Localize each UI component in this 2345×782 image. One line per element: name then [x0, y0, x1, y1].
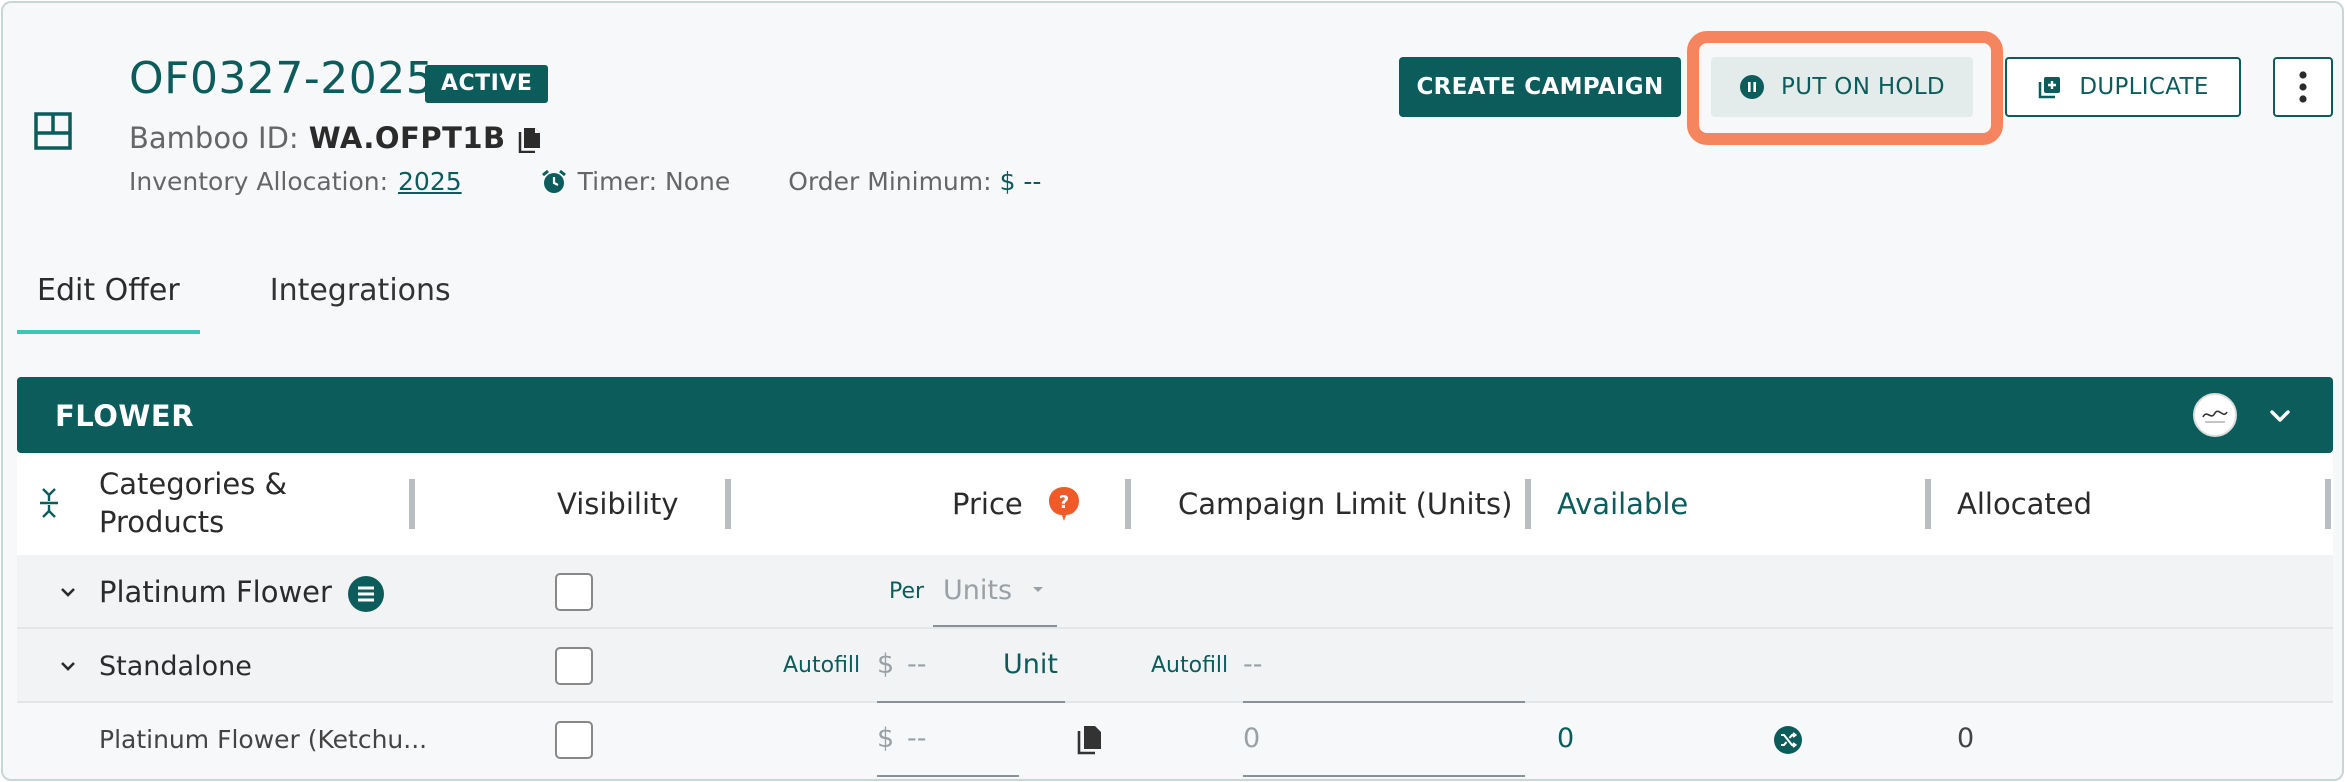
tab-edit-offer[interactable]: Edit Offer — [17, 273, 200, 334]
column-divider[interactable] — [1525, 479, 1531, 529]
order-minimum-label: Order Minimum: — [788, 167, 992, 196]
dropdown-arrow-icon[interactable] — [1031, 585, 1045, 595]
price-currency: $ — [877, 649, 895, 680]
duplicate-icon — [2039, 77, 2061, 99]
table-header: Categories & Products Visibility Price ?… — [17, 453, 2333, 555]
header-allocated: Allocated — [1957, 487, 2093, 521]
unit-label: Unit — [1003, 649, 1058, 680]
order-minimum-value: $ -- — [999, 167, 1042, 196]
visibility-checkbox[interactable] — [555, 573, 593, 611]
column-divider[interactable] — [1925, 479, 1931, 529]
alarm-clock-icon — [541, 169, 566, 193]
section-title: FLOWER — [55, 399, 195, 433]
price-input-underline — [877, 775, 1019, 777]
timer-text: Timer: None — [577, 167, 731, 196]
duplicate-label: DUPLICATE — [2079, 74, 2209, 100]
offer-title: OF0327-2025 — [129, 53, 435, 104]
section-header-flower[interactable]: FLOWER — [17, 377, 2333, 453]
logo-icon — [2202, 410, 2228, 423]
header-price: Price — [952, 487, 1023, 521]
header-categories: Categories & — [99, 467, 288, 501]
autofill-price-button[interactable]: Autofill — [783, 653, 860, 678]
timer: Timer: None — [540, 167, 731, 196]
layout-grid-icon — [34, 112, 72, 150]
column-divider[interactable] — [409, 479, 415, 529]
unit-select-value[interactable]: Units — [943, 575, 1012, 606]
price-input[interactable]: -- — [907, 723, 927, 754]
category-name: Platinum Flower — [99, 575, 332, 609]
column-divider[interactable] — [725, 479, 731, 529]
allocated-value: 0 — [1957, 723, 1975, 754]
campaign-limit-input[interactable]: -- — [1243, 649, 1263, 680]
svg-text:?: ? — [1059, 492, 1069, 513]
help-icon[interactable]: ? — [1047, 485, 1081, 523]
table-row: Platinum Flower Per Units — [17, 555, 2333, 629]
shuffle-icon[interactable] — [1773, 725, 1803, 755]
tab-integrations[interactable]: Integrations — [250, 273, 471, 334]
tab-bar: Edit Offer Integrations — [17, 273, 471, 334]
more-options-button[interactable] — [2273, 57, 2333, 117]
table-row: Platinum Flower (Ketchu... $ -- 0 0 0 — [17, 703, 2333, 779]
list-icon[interactable] — [347, 575, 385, 613]
brand-logo-avatar — [2193, 393, 2237, 437]
unit-select-underline — [933, 625, 1057, 627]
bamboo-id-label: Bamboo ID: — [129, 121, 299, 155]
status-badge: ACTIVE — [425, 65, 549, 103]
price-input[interactable]: -- — [907, 649, 927, 680]
chevron-down-icon[interactable] — [57, 655, 79, 677]
available-value: 0 — [1557, 723, 1575, 754]
collapse-all-icon[interactable] — [37, 487, 61, 519]
order-minimum: Order Minimum: $ -- — [788, 167, 1041, 196]
put-on-hold-label: PUT ON HOLD — [1781, 74, 1945, 100]
column-divider[interactable] — [2325, 479, 2331, 529]
copy-icon[interactable] — [1075, 723, 1105, 755]
column-divider[interactable] — [1125, 479, 1131, 529]
copy-icon[interactable] — [516, 123, 546, 153]
campaign-limit-underline — [1243, 775, 1525, 777]
header-campaign-limit: Campaign Limit (Units) — [1178, 487, 1513, 521]
header-visibility: Visibility — [557, 487, 679, 521]
per-label: Per — [889, 579, 925, 604]
visibility-checkbox[interactable] — [555, 647, 593, 685]
product-name: Platinum Flower (Ketchu... — [99, 725, 428, 754]
offer-meta-row: Inventory Allocation: 2025 Timer: None O… — [129, 167, 1041, 196]
table-row: Standalone Autofill $ -- Unit Autofill -… — [17, 629, 2333, 703]
autofill-limit-button[interactable]: Autofill — [1151, 653, 1228, 678]
create-campaign-button[interactable]: CREATE CAMPAIGN — [1399, 57, 1681, 117]
header-available: Available — [1557, 487, 1689, 521]
put-on-hold-button[interactable]: PUT ON HOLD — [1711, 57, 1973, 117]
kebab-menu-icon — [2299, 71, 2307, 103]
campaign-limit-input[interactable]: 0 — [1243, 723, 1260, 754]
price-currency: $ — [877, 723, 895, 754]
duplicate-button[interactable]: DUPLICATE — [2005, 57, 2241, 117]
bamboo-id-value: WA.OFPT1B — [308, 121, 506, 155]
chevron-down-icon[interactable] — [2265, 401, 2295, 431]
header-products: Products — [99, 505, 225, 539]
pause-icon — [1740, 75, 1765, 99]
inventory-allocation-label: Inventory Allocation: — [129, 167, 389, 196]
chevron-down-icon[interactable] — [57, 581, 79, 603]
subcategory-name: Standalone — [99, 651, 252, 682]
visibility-checkbox[interactable] — [555, 721, 593, 759]
bamboo-id-row: Bamboo ID: WA.OFPT1B — [129, 121, 546, 155]
inventory-allocation-link[interactable]: 2025 — [398, 167, 462, 196]
offer-panel: OF0327-2025 ACTIVE Bamboo ID: WA.OFPT1B … — [1, 1, 2344, 781]
